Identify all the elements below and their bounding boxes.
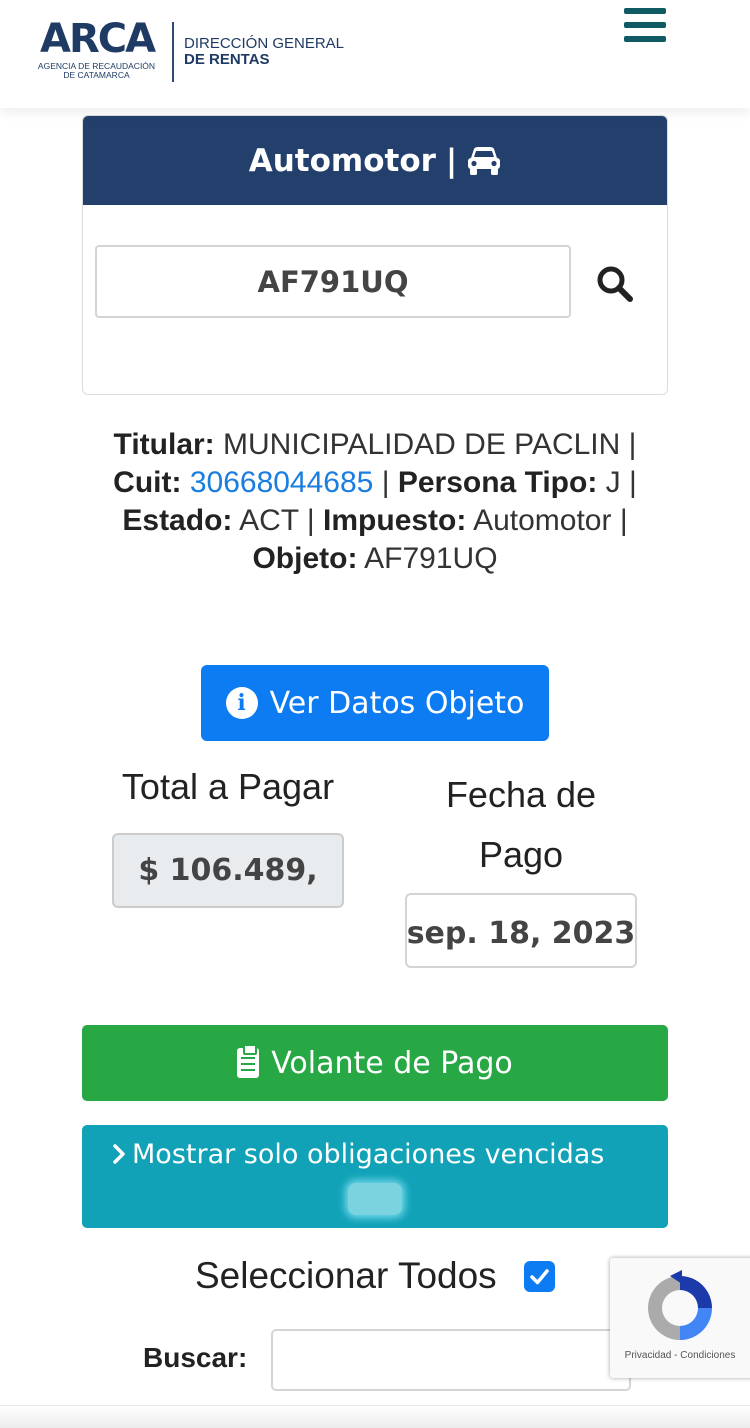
logo-wordmark: ARCA bbox=[40, 16, 156, 62]
info-separator: | bbox=[306, 504, 315, 537]
objeto-value: AF791UQ bbox=[364, 542, 498, 575]
chevron-right-icon bbox=[113, 1144, 125, 1164]
org-name-line2: DE RENTAS bbox=[184, 51, 270, 68]
logo-subtitle: AGENCIA DE RECAUDACIÓN DE CATAMARCA bbox=[37, 61, 156, 80]
ver-datos-label: Ver Datos Objeto bbox=[269, 685, 525, 721]
plate-input[interactable]: AF791UQ bbox=[95, 245, 571, 318]
recaptcha-icon bbox=[648, 1270, 712, 1340]
search-icon[interactable] bbox=[593, 262, 637, 306]
volante-label: Volante de Pago bbox=[271, 1045, 513, 1081]
title-separator: | bbox=[445, 142, 458, 179]
estado-value: ACT bbox=[239, 504, 299, 537]
info-separator: | bbox=[381, 466, 390, 499]
owner-info: Titular: MUNICIPALIDAD DE PACLIN | Cuit:… bbox=[110, 426, 640, 578]
info-separator: | bbox=[628, 428, 637, 461]
objeto-label: Objeto: bbox=[252, 542, 358, 575]
cuit-label: Cuit: bbox=[113, 466, 182, 499]
recaptcha-dash: - bbox=[674, 1350, 678, 1361]
fecha-label: Fecha de Pago bbox=[445, 774, 597, 875]
site-header: ARCA AGENCIA DE RECAUDACIÓN DE CATAMARCA… bbox=[0, 0, 750, 108]
mostrar-label: Mostrar solo obligaciones vencidas bbox=[132, 1139, 605, 1170]
impuesto-label: Impuesto: bbox=[323, 504, 467, 537]
check-icon bbox=[530, 1269, 549, 1285]
total-amount: $ 106.489, bbox=[112, 833, 344, 908]
titular-label: Titular: bbox=[113, 428, 215, 461]
car-icon bbox=[468, 146, 501, 175]
persona-label: Persona Tipo: bbox=[397, 466, 598, 499]
select-all-label: Seleccionar Todos bbox=[195, 1255, 497, 1296]
impuesto-value: Automotor bbox=[473, 504, 612, 537]
cuit-link[interactable]: 30668044685 bbox=[190, 466, 374, 499]
org-name: DIRECCIÓN GENERAL DE RENTAS bbox=[184, 36, 344, 68]
vencidas-toggle[interactable] bbox=[348, 1183, 402, 1215]
vehicle-search-card: Automotor | AF791UQ bbox=[82, 115, 668, 395]
arca-logo[interactable]: ARCA AGENCIA DE RECAUDACIÓN DE CATAMARCA bbox=[34, 16, 159, 84]
mostrar-label-row: Mostrar solo obligaciones vencidas bbox=[112, 1139, 604, 1171]
org-name-line1: DIRECCIÓN GENERAL bbox=[184, 35, 345, 52]
select-all-checkbox[interactable] bbox=[524, 1261, 555, 1292]
fecha-value: sep. 18, 2023 bbox=[406, 916, 636, 951]
clipboard-icon bbox=[237, 1044, 260, 1078]
volante-de-pago-button[interactable]: Volante de Pago bbox=[82, 1025, 668, 1101]
titular-value: MUNICIPALIDAD DE PACLIN bbox=[223, 428, 621, 461]
recaptcha-links: Privacidad - Condiciones bbox=[610, 1350, 750, 1361]
persona-value: J bbox=[605, 466, 621, 499]
ver-datos-objeto-button[interactable]: i Ver Datos Objeto bbox=[201, 665, 549, 741]
info-separator: | bbox=[629, 466, 637, 499]
card-title: Automotor bbox=[248, 142, 436, 179]
search-label: Buscar: bbox=[143, 1342, 248, 1373]
info-circle-icon: i bbox=[225, 687, 258, 719]
card-header: Automotor | bbox=[83, 116, 667, 205]
estado-label: Estado: bbox=[122, 504, 233, 537]
hamburger-icon[interactable] bbox=[624, 8, 666, 48]
info-separator: | bbox=[619, 504, 628, 537]
terms-link[interactable]: Condiciones bbox=[680, 1350, 735, 1361]
privacy-link[interactable]: Privacidad bbox=[625, 1350, 672, 1361]
page-bottom-edge bbox=[0, 1405, 750, 1428]
search-input[interactable] bbox=[271, 1329, 631, 1391]
total-label: Total a Pagar bbox=[121, 766, 335, 807]
mostrar-vencidas-button[interactable]: Mostrar solo obligaciones vencidas bbox=[82, 1125, 668, 1228]
recaptcha-badge[interactable]: Privacidad - Condiciones bbox=[610, 1258, 750, 1378]
logo-divider bbox=[172, 22, 174, 82]
